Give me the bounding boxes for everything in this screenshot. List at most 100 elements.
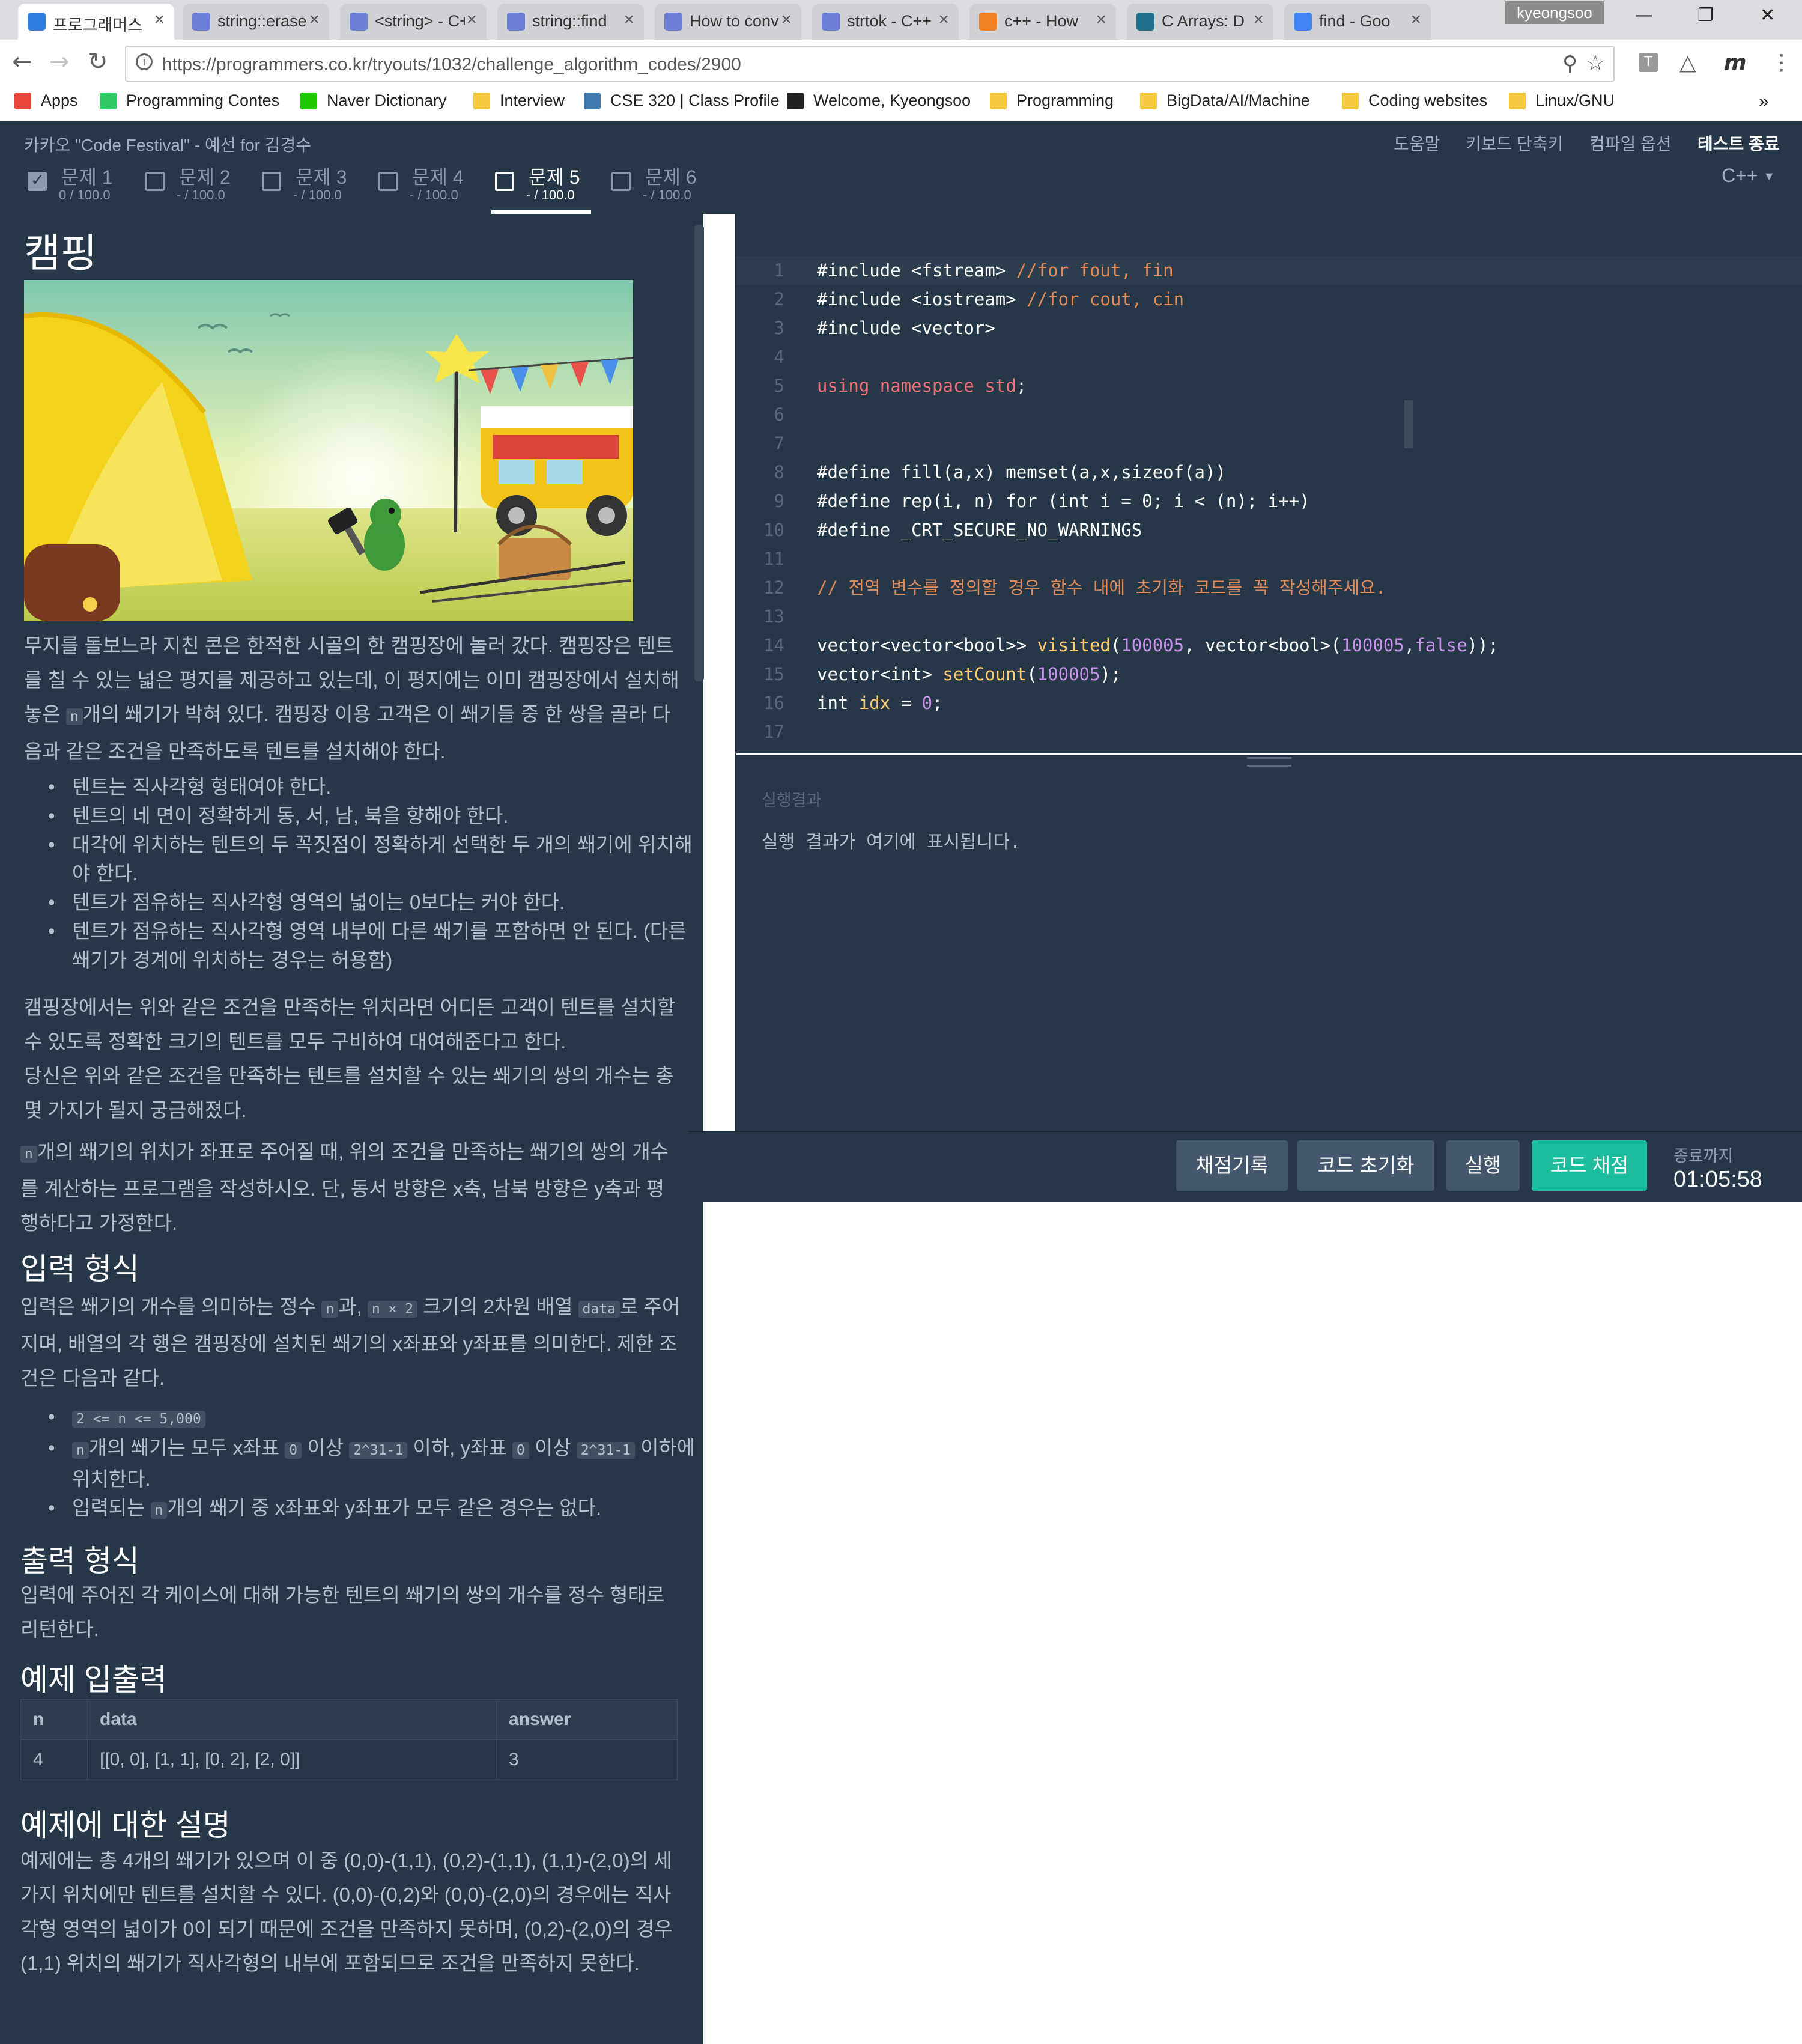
- inline-code-n: n: [65, 708, 83, 725]
- tab-close-icon[interactable]: ×: [938, 10, 949, 30]
- line-number: 2: [774, 289, 784, 309]
- back-icon[interactable]: ←: [12, 48, 32, 76]
- browser-tab[interactable]: string::erase ×: [183, 4, 329, 40]
- profile-badge[interactable]: kyeongsoo: [1505, 1, 1604, 24]
- example-table-header: n data answer: [20, 1699, 678, 1740]
- bookmark-item[interactable]: Linux/GNU: [1509, 91, 1615, 118]
- tab-title: strtok - C++: [847, 12, 932, 30]
- keyboard-shortcuts-link[interactable]: 키보드 단축키: [1466, 131, 1563, 155]
- bookmark-star-icon[interactable]: ☆: [1586, 50, 1605, 76]
- compile-options-link[interactable]: 컴파일 옵션: [1589, 131, 1672, 155]
- drive-icon[interactable]: △: [1679, 50, 1696, 75]
- bookmark-item[interactable]: Welcome, Kyeongsoo: [787, 91, 971, 118]
- problem-tab-3[interactable]: 문제 3- / 100.0: [258, 159, 358, 214]
- code-token: =: [890, 693, 922, 713]
- code-token: 100005: [1037, 664, 1100, 684]
- constraint-text: 입력되는: [72, 1497, 151, 1519]
- tab-close-icon[interactable]: ×: [466, 10, 477, 30]
- bookmark-item[interactable]: Interview: [473, 91, 565, 118]
- bookmark-label: Interview: [500, 91, 565, 109]
- reload-icon[interactable]: ↻: [88, 48, 108, 76]
- browser-tab[interactable]: <string> - C++×: [340, 4, 487, 40]
- help-link[interactable]: 도움말: [1394, 131, 1440, 155]
- bookmarks-overflow-icon[interactable]: »: [1759, 91, 1769, 118]
- code-token: ));: [1467, 635, 1499, 655]
- code-line: 11: [736, 544, 1802, 573]
- run-button[interactable]: 실행: [1446, 1140, 1520, 1191]
- tab-close-icon[interactable]: ×: [309, 10, 320, 30]
- zoom-search-icon[interactable]: ⚲: [1562, 52, 1577, 76]
- address-bar[interactable]: i https://programmers.co.kr/tryouts/1032…: [125, 46, 1615, 82]
- browser-tab[interactable]: c++ - How ×: [969, 4, 1116, 40]
- bookmark-item[interactable]: Apps: [14, 91, 78, 118]
- inline-code-zero: 0: [512, 1442, 529, 1459]
- resize-handle-icon[interactable]: [1247, 757, 1291, 767]
- code-token: , vector<bool>(: [1184, 635, 1342, 655]
- example-heading: 예제 입출력: [20, 1663, 167, 1697]
- minimize-button[interactable]: —: [1635, 5, 1653, 26]
- end-test-link[interactable]: 테스트 종료: [1697, 131, 1780, 155]
- problem-tab-4[interactable]: 문제 4- / 100.0: [375, 159, 475, 214]
- problem-tab-1[interactable]: 문제 10 / 100.0: [24, 159, 124, 214]
- bookmark-item[interactable]: Programming Contes: [100, 91, 279, 118]
- code-line: 4: [736, 342, 1802, 371]
- browser-tab[interactable]: strtok - C++ ×: [812, 4, 959, 40]
- code-line: 15 vector<int> setCount(100005);: [736, 660, 1802, 689]
- info-icon[interactable]: i: [136, 53, 153, 70]
- rental-paragraph: 캠핑장에서는 위와 같은 조건을 만족하는 위치라면 어디든 고객이 텐트를 설…: [24, 996, 676, 1053]
- language-select[interactable]: C++ ▼: [1722, 165, 1775, 187]
- problem-tab-score: - / 100.0: [643, 187, 691, 202]
- code-token: //for cout, cin: [1027, 289, 1185, 309]
- bookmark-item[interactable]: Naver Dictionary: [300, 91, 447, 118]
- example-table: n data answer 4 [[0, 0], [1, 1], [0, 2],…: [20, 1699, 678, 1780]
- problem-tab-5[interactable]: 문제 5- / 100.0: [491, 159, 591, 214]
- line-number: 6: [774, 404, 784, 425]
- tab-favicon-icon: [664, 13, 682, 31]
- extension-t-icon[interactable]: T: [1639, 53, 1658, 72]
- bookmark-label: CSE 320 | Class Profile: [610, 91, 780, 109]
- browser-tab[interactable]: How to conv ×: [655, 4, 801, 40]
- task-text: 개의 쐐기의 위치가 좌표로 주어질 때, 위의 조건을 만족하는 쐐기의 쌍의…: [20, 1140, 669, 1234]
- tab-close-icon[interactable]: ×: [1253, 10, 1264, 30]
- reset-code-button[interactable]: 코드 초기화: [1297, 1140, 1434, 1191]
- problem-title: 캠핑: [24, 231, 97, 275]
- browser-tab[interactable]: find - Goo ×: [1284, 4, 1431, 40]
- extension-m-icon[interactable]: m: [1724, 50, 1747, 75]
- constraint-item: n개의 쐐기는 모두 x좌표 0 이상 2^31-1 이하, y좌표 0 이상 …: [48, 1434, 703, 1494]
- problem-tab-6[interactable]: 문제 6- / 100.0: [608, 159, 708, 214]
- line-number: 10: [763, 520, 784, 540]
- line-number: 9: [774, 491, 784, 511]
- bookmark-item[interactable]: CSE 320 | Class Profile: [584, 91, 780, 118]
- bookmark-item[interactable]: Coding websites: [1342, 91, 1487, 118]
- condition-item: 대각에 위치하는 텐트의 두 꼭짓점이 정확하게 선택한 두 개의 쐐기에 위치…: [48, 830, 697, 888]
- hackerrank-icon: [100, 93, 117, 109]
- tab-close-icon[interactable]: ×: [1096, 10, 1106, 30]
- tab-close-icon[interactable]: ×: [154, 10, 165, 30]
- browser-tab[interactable]: string::find ×: [497, 4, 644, 40]
- description-scrollbar[interactable]: [694, 225, 704, 681]
- tab-close-icon[interactable]: ×: [623, 10, 634, 30]
- code-line: 7: [736, 429, 1802, 458]
- checkbox-icon: [145, 172, 165, 191]
- editor-scroll-handle[interactable]: [1404, 400, 1413, 448]
- code-line: 14 vector<vector<bool>> visited(100005, v…: [736, 631, 1802, 660]
- browser-tab[interactable]: C Arrays: D ×: [1127, 4, 1273, 40]
- forward-icon[interactable]: →: [49, 48, 70, 76]
- grading-history-button[interactable]: 채점기록: [1176, 1140, 1288, 1191]
- bookmark-item[interactable]: Programming: [990, 91, 1114, 118]
- submit-code-button[interactable]: 코드 채점: [1532, 1140, 1647, 1191]
- problem-tab-2[interactable]: 문제 2- / 100.0: [142, 159, 241, 214]
- tab-close-icon[interactable]: ×: [1410, 10, 1421, 30]
- tab-title: c++ - How: [1004, 12, 1079, 30]
- tab-title: <string> - C++: [375, 12, 465, 30]
- browser-tab[interactable]: 프로그래머스 ×: [18, 4, 174, 40]
- chrome-menu-icon[interactable]: ⋮: [1771, 50, 1792, 75]
- tab-close-icon[interactable]: ×: [781, 10, 792, 30]
- close-window-button[interactable]: ✕: [1760, 5, 1775, 26]
- problem-tab-score: - / 100.0: [177, 187, 225, 202]
- tab-favicon-icon: [822, 13, 840, 31]
- bookmark-item[interactable]: BigData/AI/Machine: [1140, 91, 1310, 118]
- code-editor[interactable]: 1 #include <fstream> //for fout, fin 2 #inc…: [736, 214, 1802, 753]
- checkbox-icon: [262, 172, 281, 191]
- restore-button[interactable]: ❐: [1697, 5, 1714, 26]
